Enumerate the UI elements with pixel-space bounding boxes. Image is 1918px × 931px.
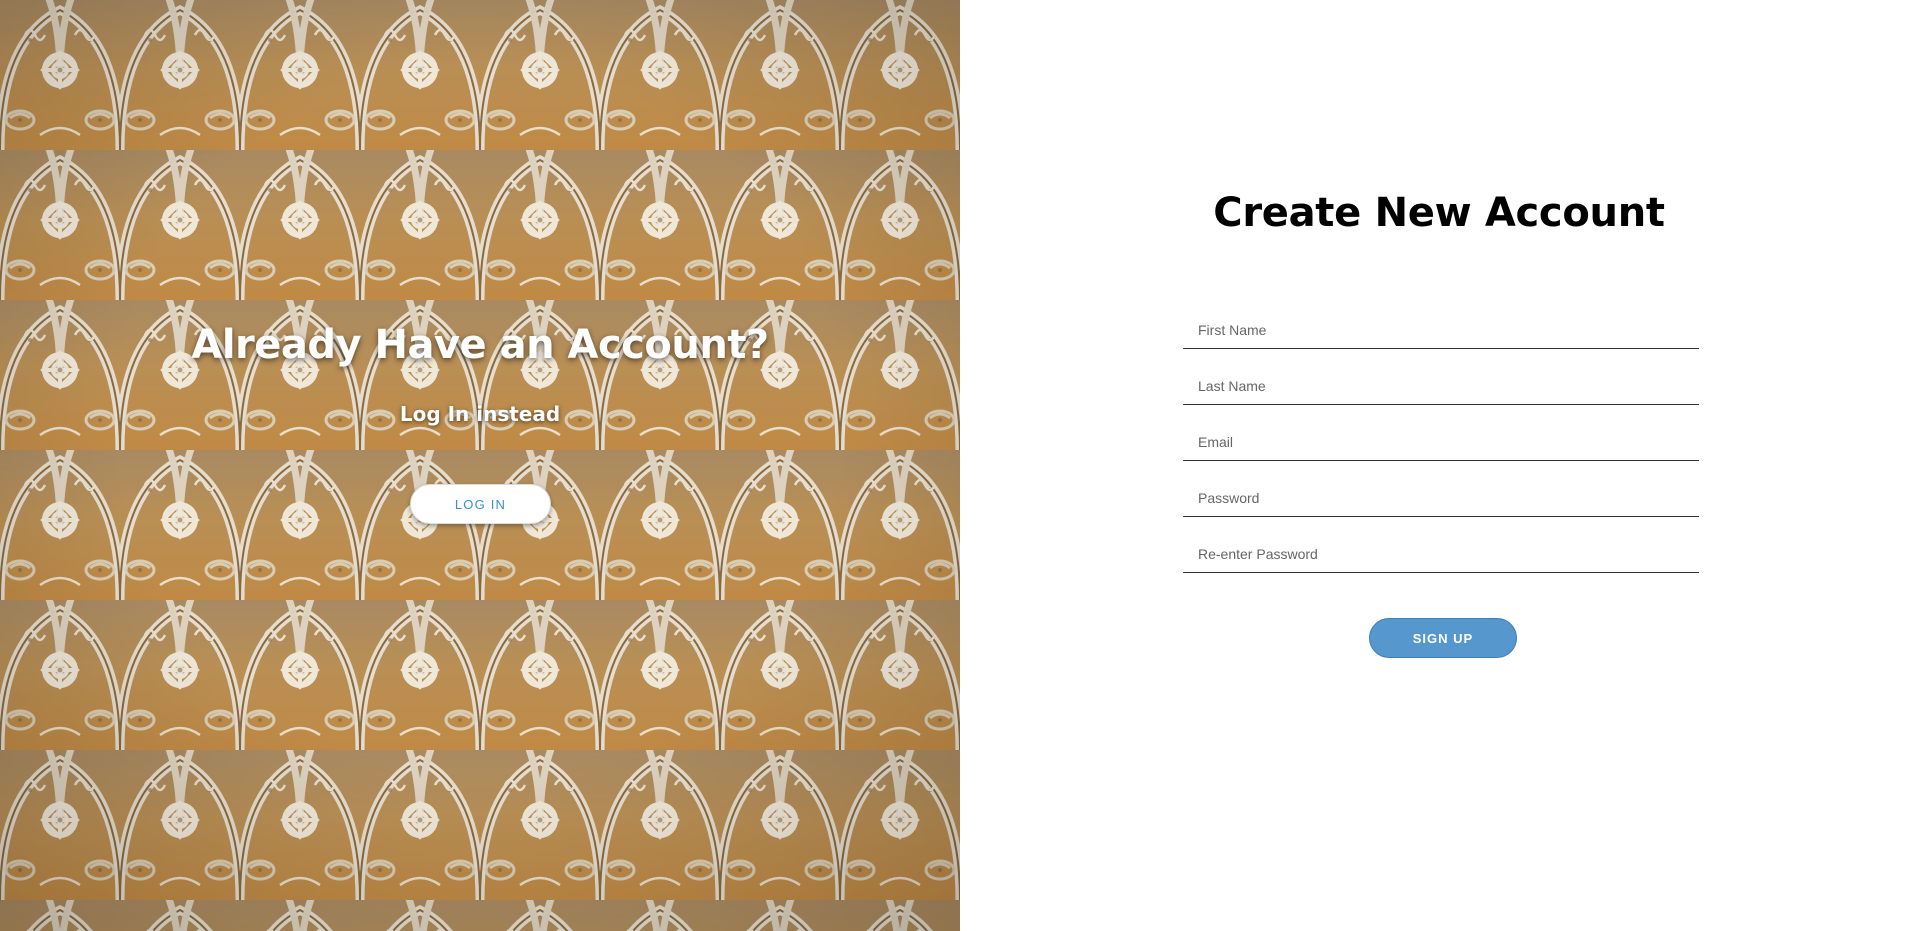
signup-page: Already Have an Account? Log In instead …	[0, 0, 1918, 931]
email-field	[1183, 415, 1699, 461]
page-title: Create New Account	[1213, 190, 1665, 236]
last-name-input[interactable]	[1183, 359, 1699, 404]
first-name-input[interactable]	[1183, 303, 1699, 348]
login-promo-subtitle: Log In instead	[399, 402, 561, 426]
log-in-button[interactable]: LOG IN	[410, 484, 551, 524]
password-field	[1183, 471, 1699, 517]
reenter-password-input[interactable]	[1183, 527, 1699, 572]
login-promo-panel: Already Have an Account? Log In instead …	[0, 0, 960, 931]
reenter-password-field	[1183, 527, 1699, 573]
first-name-field	[1183, 303, 1699, 349]
sign-up-button[interactable]: SIGN UP	[1369, 618, 1517, 658]
login-promo-content: Already Have an Account? Log In instead …	[0, 0, 960, 931]
login-promo-title: Already Have an Account?	[191, 322, 769, 368]
signup-form-panel: Create New Account SIGN UP	[960, 0, 1918, 931]
password-input[interactable]	[1183, 471, 1699, 516]
last-name-field	[1183, 359, 1699, 405]
email-input[interactable]	[1183, 415, 1699, 460]
